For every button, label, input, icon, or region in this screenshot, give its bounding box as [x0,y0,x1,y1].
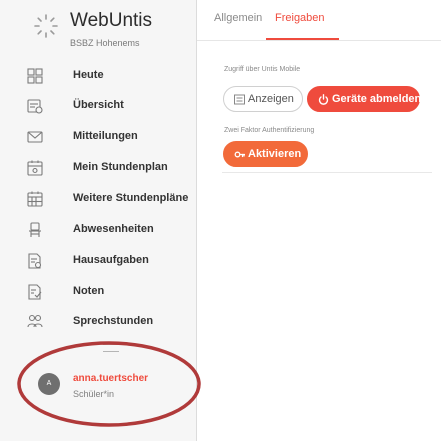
homework-icon [28,253,42,269]
tab-bar: Allgemein Freigaben [197,0,441,41]
tab-allgemein[interactable]: Allgemein [214,12,262,24]
dashboard-icon [27,68,43,84]
nav-item-sprechstunden[interactable]: Sprechstunden [0,307,197,337]
active-tab-indicator [266,38,339,40]
nav-item-uebersicht[interactable]: Übersicht [0,91,197,121]
section-divider [222,172,432,173]
nav-label: Sprechstunden [73,315,154,327]
nav-item-mitteilungen[interactable]: Mitteilungen [0,122,197,152]
nav-item-heute[interactable]: Heute [0,61,197,91]
logout-devices-button[interactable]: Geräte abmelden [307,86,422,112]
sidebar: WebUntis BSBZ Hohenems Heute Übersicht M… [0,0,197,441]
nav-label: Abwesenheiten [73,223,154,235]
brand[interactable]: WebUntis BSBZ Hohenems [32,10,182,50]
key-icon [234,151,245,158]
grades-icon [28,284,42,300]
people-icon [27,314,43,328]
show-button[interactable]: Anzeigen [223,86,303,112]
nav-item-abwesenheiten[interactable]: Abwesenheiten [0,215,197,245]
nav-label: Mein Stundenplan [73,161,168,173]
nav-label: Mitteilungen [73,130,138,142]
user-name[interactable]: anna.tuertscher [73,373,148,384]
nav-label: Hausaufgaben [73,254,149,266]
mobile-access-label: Zugriff über Untis Mobile [224,66,301,73]
calendar-grid-icon [27,191,43,207]
nav-item-noten[interactable]: Noten [0,277,197,307]
chair-icon [29,222,41,237]
logout-devices-label: Geräte abmelden [332,93,422,105]
nav-item-hausaufgaben[interactable]: Hausaufgaben [0,246,197,276]
overview-icon [27,99,43,114]
nav-label: Heute [73,69,104,81]
list-icon [234,94,245,105]
webuntis-logo-icon [34,14,58,38]
nav-item-weitere-stundenplaene[interactable]: Weitere Stundenpläne [0,184,197,214]
two-factor-label: Zwei Faktor Authentifizierung [224,127,315,134]
activate-button[interactable]: Aktivieren [223,141,308,167]
calendar-icon [27,160,43,176]
avatar[interactable]: A [38,373,60,395]
school-name: BSBZ Hohenems [70,38,140,48]
power-icon [318,93,329,105]
activate-button-label: Aktivieren [248,148,302,160]
nav-label: Weitere Stundenpläne [73,192,189,204]
app-title: WebUntis [70,10,153,31]
nav-label: Übersicht [73,99,124,111]
user-role: Schüler*in [73,389,115,399]
mail-icon [27,131,43,143]
nav-label: Noten [73,285,105,297]
tab-freigaben[interactable]: Freigaben [275,12,325,24]
nav-item-mein-stundenplan[interactable]: Mein Stundenplan [0,153,197,183]
show-button-label: Anzeigen [248,93,294,105]
